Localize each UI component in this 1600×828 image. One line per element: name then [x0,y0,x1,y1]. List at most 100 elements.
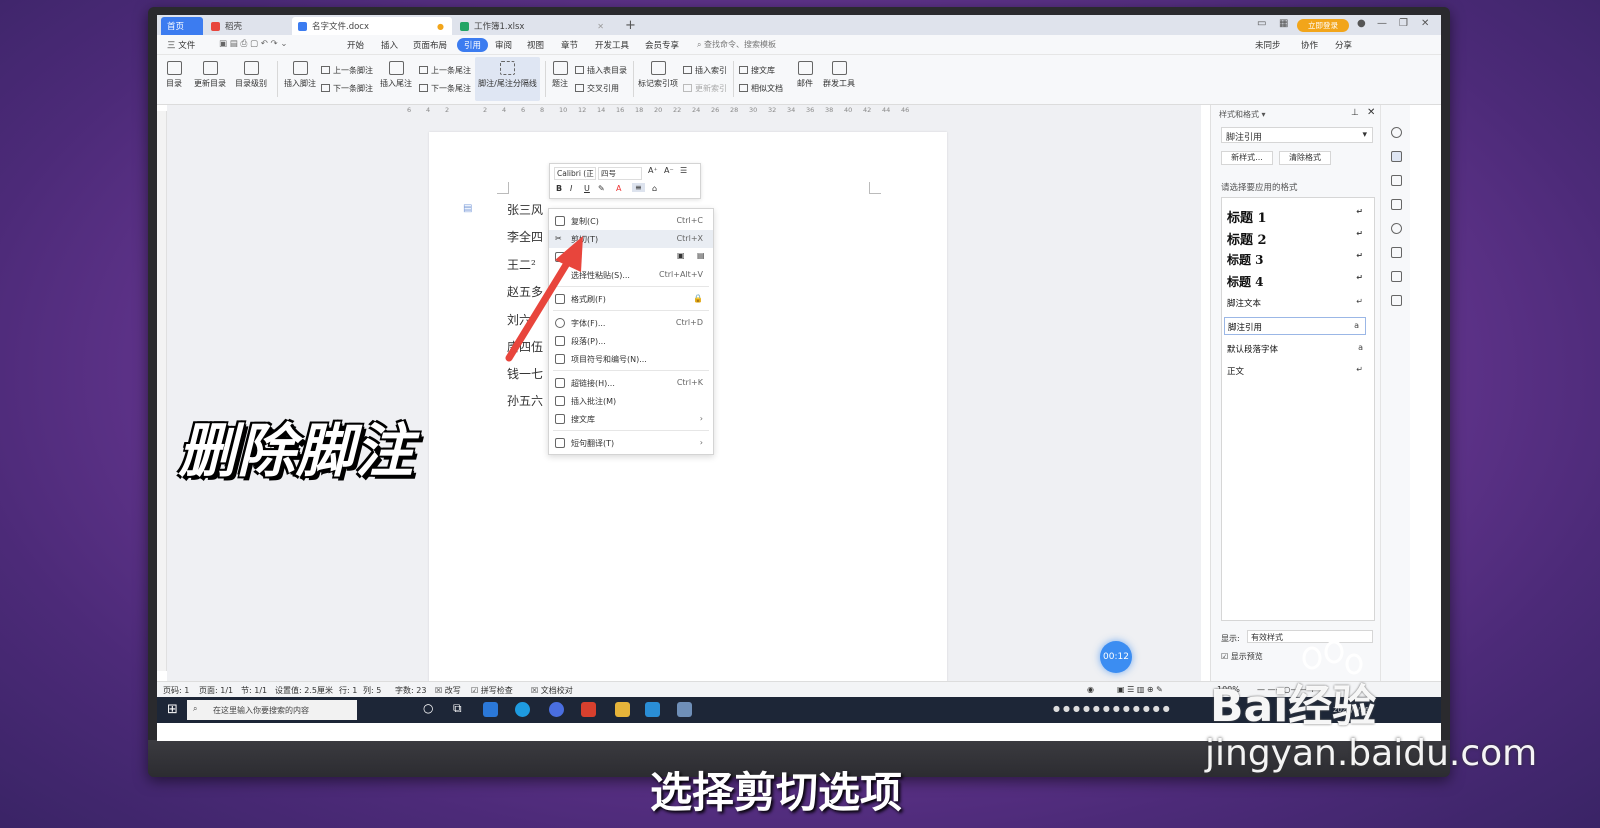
backup-icon[interactable] [1391,247,1402,258]
store-icon[interactable] [645,702,660,717]
menu-chapter[interactable]: 章节 [561,39,578,51]
line-spacing-icon[interactable]: ☰ [680,166,687,175]
quick-access-icons[interactable]: ▣ ▤ ⎙ ▢ ↶ ↷ ⌄ [219,39,287,49]
search-library-button[interactable]: 搜文库 [739,65,775,76]
menu-item-translate[interactable]: 短句翻译(T) › [549,434,713,452]
tab-spreadsheet[interactable]: 工作簿1.xlsx ✕ [454,17,612,35]
current-style-select[interactable]: 脚注引用 ▾ [1221,127,1373,143]
share-button[interactable]: 分享 [1335,39,1352,51]
new-tab-button[interactable]: + [619,16,642,34]
prev-endnote-button[interactable]: 上一条尾注 [419,65,471,76]
restore-icon[interactable]: ❐ [1399,18,1408,29]
style-heading-4[interactable]: 标题 4 ↵ [1227,273,1369,290]
status-pages[interactable]: 页面: 1/1 [199,685,233,696]
paste-text-only-icon[interactable]: ▤ [697,251,705,260]
format-painter-icon[interactable]: ⌂ [652,184,657,193]
insert-footnote-button[interactable]: 插入脚注 [283,61,317,89]
new-style-button[interactable]: 新样式... [1221,151,1273,165]
menu-item-copy[interactable]: 复制(C) Ctrl+C [549,212,713,230]
pin-icon[interactable]: ⊥ [1351,108,1359,118]
style-normal[interactable]: 正文 ↵ [1227,365,1369,377]
select-cursor-icon[interactable] [1391,175,1402,186]
layout-icon[interactable]: ▭ [1257,18,1266,29]
menu-references[interactable]: 引用 [457,38,489,52]
insert-table-toc-button[interactable]: 插入表目录 [575,65,627,76]
style-heading-1[interactable]: 标题 1 ↵ [1227,207,1369,226]
minimize-icon[interactable]: — [1377,18,1387,29]
eye-icon[interactable]: ◉ [1087,685,1094,694]
shield-icon[interactable] [1391,271,1402,282]
batch-tools-button[interactable]: 群发工具 [819,61,859,89]
app-icon[interactable] [677,702,692,717]
update-toc-button[interactable]: 更新目录 [193,61,227,89]
search-app-icon[interactable] [483,702,498,717]
footnote-separator-button[interactable]: 脚注/尾注分隔线 [475,57,540,101]
underline-icon[interactable]: U [584,184,590,193]
paste-keep-format-icon[interactable]: ▣ [677,251,685,260]
preview-checkbox[interactable]: ☑ 显示预览 [1221,651,1263,662]
style-heading-2[interactable]: 标题 2 ↵ [1227,229,1369,248]
browser-icon[interactable] [549,702,564,717]
clear-format-button[interactable]: 清除格式 [1279,151,1331,165]
close-window-icon[interactable]: ✕ [1421,18,1429,29]
menu-dev-tools[interactable]: 开发工具 [595,39,629,51]
status-word-count[interactable]: 字数: 23 [395,685,426,696]
settings-sliders-icon[interactable] [1391,199,1402,210]
toc-level-button[interactable]: 目录级别 [231,61,271,89]
menu-page-layout[interactable]: 页面布局 [413,39,447,51]
task-view-icon[interactable]: ⧉ [453,701,462,716]
menu-insert[interactable]: 插入 [381,39,398,51]
file-explorer-icon[interactable] [615,702,630,717]
cross-reference-button[interactable]: 交叉引用 [575,83,619,94]
file-menu[interactable]: 三 文件 [167,39,195,51]
menu-item-hyperlink[interactable]: 超链接(H)... Ctrl+K [549,374,713,392]
grid-icon[interactable]: ▦ [1279,18,1288,29]
menu-member[interactable]: 会员专享 [645,39,679,51]
sync-status[interactable]: 未同步 [1255,39,1281,51]
prev-footnote-button[interactable]: 上一条脚注 [321,65,373,76]
close-panel-icon[interactable]: ✕ [1367,107,1375,118]
taskbar-search[interactable]: ⌕ 在这里输入你要搜索的内容 [187,700,357,720]
next-endnote-button[interactable]: 下一条尾注 [419,83,471,94]
update-index-button[interactable]: 更新索引 [683,83,727,94]
doc-line[interactable]: 张三风 [507,201,543,218]
tab-docer[interactable]: 稻壳 [205,17,291,35]
avatar[interactable]: ● [1357,18,1366,29]
edge-icon[interactable] [515,702,530,717]
wps-icon[interactable] [581,702,596,717]
recording-timer[interactable]: 00:12 [1100,641,1132,673]
menu-view[interactable]: 视图 [527,39,544,51]
tab-document[interactable]: 名字文件.docx ● [292,17,452,35]
style-footnote-text[interactable]: 脚注文本 ↵ [1227,297,1369,309]
help-icon[interactable] [1391,223,1402,234]
grow-font-icon[interactable]: A⁺ [648,166,658,175]
insert-endnote-button[interactable]: 插入尾注 [379,61,413,89]
next-footnote-button[interactable]: 下一条脚注 [321,83,373,94]
font-color-icon[interactable]: A [616,184,621,193]
doc-proof-button[interactable]: ☒ 文档校对 [531,685,573,696]
menu-review[interactable]: 审阅 [495,39,512,51]
shrink-font-icon[interactable]: A⁻ [664,166,674,175]
login-button[interactable]: 立即登录 [1297,19,1349,32]
style-default-font[interactable]: 默认段落字体 a [1227,343,1369,355]
highlight-icon[interactable]: ✎ [598,184,605,193]
view-mode-icons[interactable]: ▣ ☰ ▥ ⊕ ✎ [1117,685,1163,694]
style-heading-3[interactable]: 标题 3 ↵ [1227,251,1369,268]
collab-button[interactable]: 协作 [1301,39,1318,51]
align-icon[interactable]: ≡ [632,183,645,192]
style-footnote-reference[interactable]: 脚注引用 a [1224,317,1366,335]
overwrite-toggle[interactable]: ☒ 改写 [435,685,461,696]
caption-button[interactable]: 题注 [549,61,571,89]
mark-index-button[interactable]: 标记索引项 [637,61,679,89]
command-search[interactable]: ⌕ 查找命令、搜索模板 [697,39,776,50]
mail-button[interactable]: 邮件 [793,61,817,89]
tab-home[interactable]: 首页 [161,17,203,35]
system-tray-icons[interactable]: ●●●●●●●●●●●● [1053,704,1173,713]
doc-line[interactable]: 孙五六 [507,392,543,409]
share-doc-icon[interactable] [1391,295,1402,306]
italic-icon[interactable]: I [570,184,572,193]
insert-index-button[interactable]: 插入索引 [683,65,727,76]
spell-check-toggle[interactable]: ☑ 拼写检查 [471,685,513,696]
theme-icon[interactable] [1391,127,1402,138]
paragraph-marker-icon[interactable]: ▤ [463,203,472,214]
